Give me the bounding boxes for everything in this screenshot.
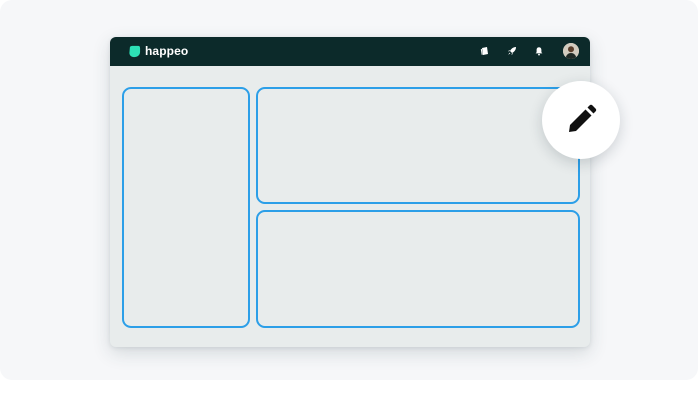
happeo-logo-icon: [129, 45, 141, 58]
top-right-widget[interactable]: [256, 87, 580, 204]
user-avatar[interactable]: [563, 43, 579, 59]
top-navigation-bar: happeo: [110, 37, 590, 66]
bottom-right-widget[interactable]: [256, 210, 580, 328]
left-column-widget[interactable]: [122, 87, 250, 328]
pencil-icon: [569, 104, 597, 132]
rocket-icon[interactable]: [507, 46, 517, 56]
app-window: happeo: [110, 37, 590, 347]
brand-name: happeo: [145, 44, 189, 58]
bell-icon[interactable]: [534, 46, 544, 56]
avatar-photo: [563, 43, 579, 59]
pages-icon[interactable]: [480, 46, 490, 56]
brand-logo[interactable]: happeo: [128, 44, 188, 59]
edit-button[interactable]: [542, 81, 620, 159]
